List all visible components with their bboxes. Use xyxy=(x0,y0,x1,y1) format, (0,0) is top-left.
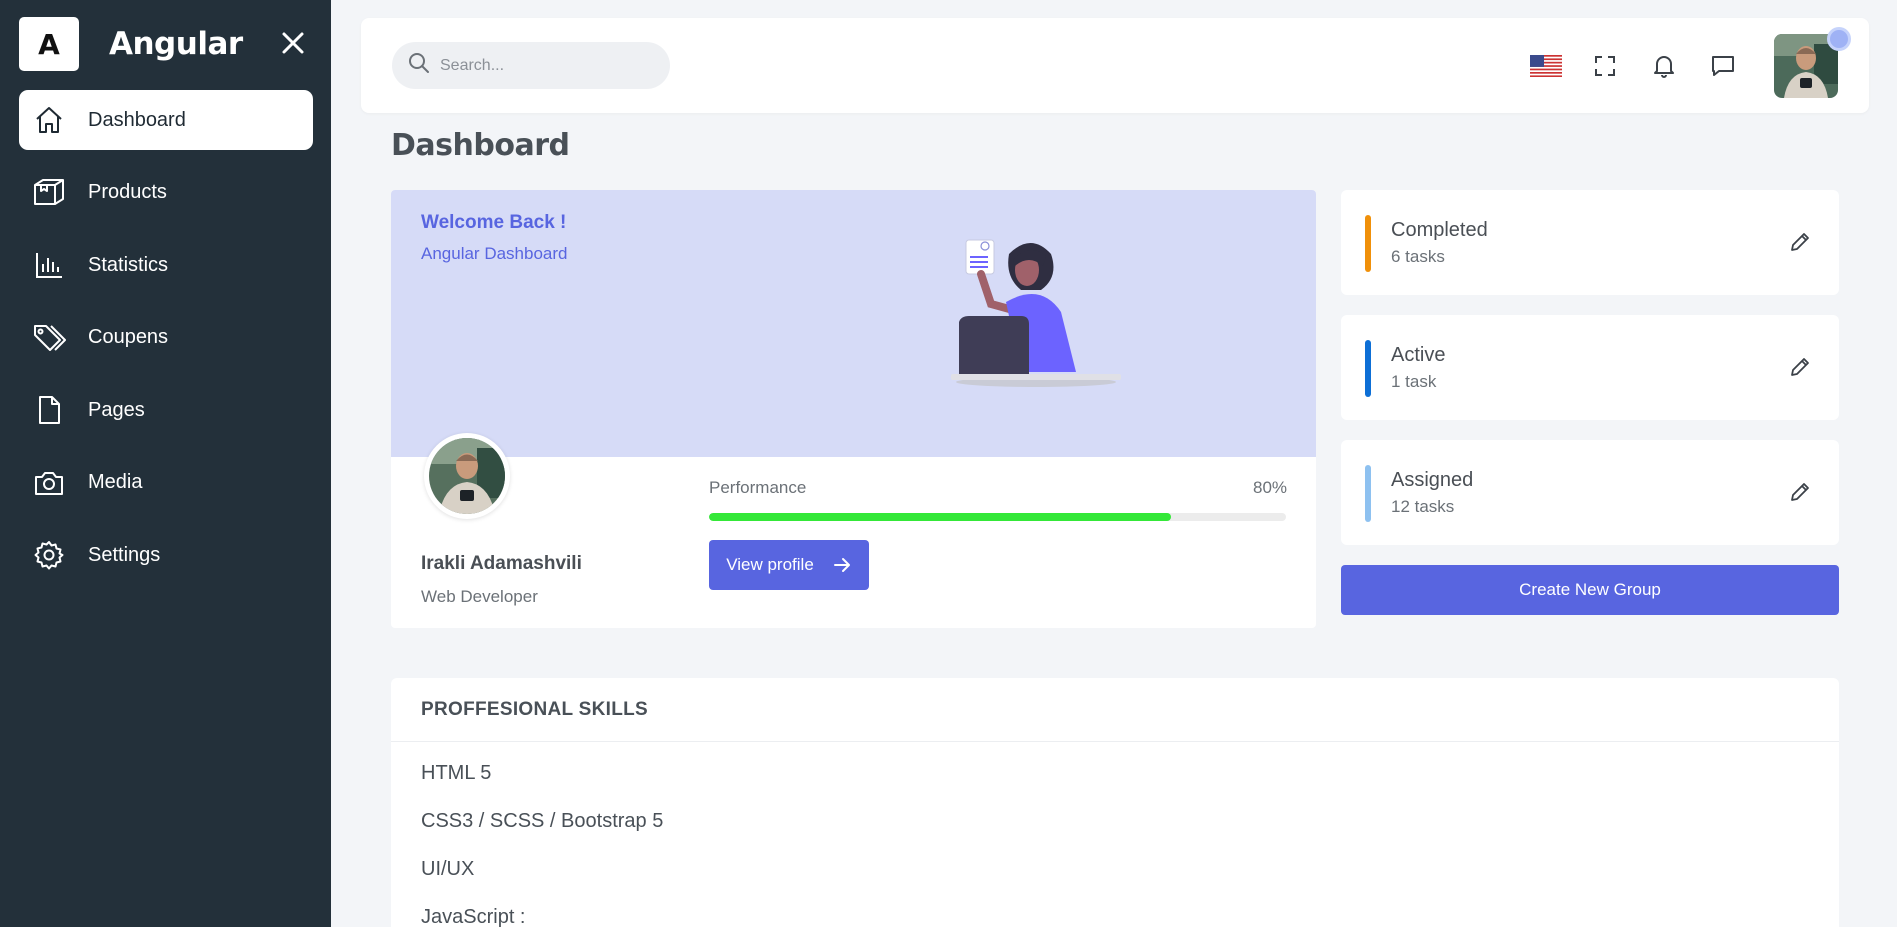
view-profile-label: View profile xyxy=(726,555,814,574)
task-card-active: Active 1 task xyxy=(1341,315,1839,420)
task-title: Active xyxy=(1391,344,1446,366)
task-card-completed: Completed 6 tasks xyxy=(1341,190,1839,295)
search-box[interactable] xyxy=(392,42,670,89)
sidebar-item-media[interactable]: Media xyxy=(19,453,313,513)
sidebar-item-label: Statistics xyxy=(88,253,169,276)
sidebar-item-coupens[interactable]: Coupens xyxy=(19,308,313,368)
performance-progress-fill xyxy=(709,513,1171,521)
sidebar-item-label: Coupens xyxy=(88,326,169,348)
welcome-title: Welcome Back ! xyxy=(421,212,567,233)
pencil-icon[interactable] xyxy=(1786,228,1814,256)
pencil-icon[interactable] xyxy=(1786,353,1814,381)
bar-chart-icon xyxy=(32,248,66,282)
search-icon xyxy=(408,52,430,79)
sidebar-item-label: Products xyxy=(88,181,167,203)
bell-icon[interactable] xyxy=(1648,50,1680,82)
view-profile-button[interactable]: View profile xyxy=(709,540,869,590)
page-title: Dashboard xyxy=(391,128,570,163)
task-count: 1 task xyxy=(1391,372,1437,391)
profile-role: Web Developer xyxy=(421,587,538,606)
skill-item: UI/UX xyxy=(421,858,475,880)
top-header xyxy=(361,18,1869,113)
pencil-icon[interactable] xyxy=(1786,478,1814,506)
task-color-bar xyxy=(1365,340,1371,397)
chat-icon[interactable] xyxy=(1707,50,1739,82)
sidebar-item-settings[interactable]: Settings xyxy=(19,525,313,585)
camera-icon xyxy=(32,466,66,500)
arrow-right-icon xyxy=(832,555,852,575)
task-card-assigned: Assigned 12 tasks xyxy=(1341,440,1839,545)
gear-icon xyxy=(32,538,66,572)
sidebar-nav: Dashboard Products Statistics Coupens Pa… xyxy=(19,90,313,598)
woman-laptop-illustration xyxy=(951,232,1131,412)
brand-name: Angular xyxy=(109,26,243,62)
skills-card: PROFFESIONAL SKILLS HTML 5 CSS3 / SCSS /… xyxy=(391,678,1839,927)
performance-value: 80% xyxy=(1253,478,1288,497)
sidebar-item-label: Settings xyxy=(88,543,161,566)
welcome-subtitle: Angular Dashboard xyxy=(421,244,568,263)
task-title: Completed xyxy=(1391,219,1488,241)
sidebar-item-label: Dashboard xyxy=(88,108,186,131)
performance-label: Performance xyxy=(709,478,807,497)
close-sidebar-icon[interactable] xyxy=(280,30,306,56)
profile-name: Irakli Adamashvili xyxy=(421,553,582,574)
task-count: 12 tasks xyxy=(1391,497,1455,516)
task-color-bar xyxy=(1365,465,1371,522)
performance-progress-bar xyxy=(709,513,1286,521)
task-count: 6 tasks xyxy=(1391,247,1445,266)
box-icon xyxy=(32,176,66,210)
brand-logo[interactable]: A xyxy=(19,17,79,71)
welcome-banner: Welcome Back ! Angular Dashboard xyxy=(391,190,1316,457)
brand: A Angular xyxy=(19,17,243,71)
create-new-group-button[interactable]: Create New Group xyxy=(1341,565,1839,615)
sidebar-item-label: Media xyxy=(88,471,143,493)
sidebar-item-pages[interactable]: Pages xyxy=(19,380,313,440)
sidebar-item-label: Pages xyxy=(88,398,145,421)
file-icon xyxy=(32,393,66,427)
search-input[interactable] xyxy=(440,56,640,75)
sidebar-item-statistics[interactable]: Statistics xyxy=(19,235,313,295)
task-color-bar xyxy=(1365,215,1371,272)
profile-avatar[interactable] xyxy=(424,433,510,519)
skill-item: CSS3 / SCSS / Bootstrap 5 xyxy=(421,810,664,832)
skills-title: PROFFESIONAL SKILLS xyxy=(391,678,1839,742)
online-status-dot xyxy=(1827,27,1851,51)
sidebar-item-dashboard[interactable]: Dashboard xyxy=(19,90,313,150)
skill-item: JavaScript : xyxy=(421,906,526,927)
sidebar: A Angular Dashboard Products Statistics xyxy=(0,0,331,927)
sidebar-item-products[interactable]: Products xyxy=(19,163,313,223)
us-flag-icon[interactable] xyxy=(1530,50,1562,82)
task-title: Assigned xyxy=(1391,469,1474,491)
tags-icon xyxy=(32,321,66,355)
home-icon xyxy=(32,103,66,137)
welcome-card: Welcome Back ! Angular Dashboard Irakli … xyxy=(391,190,1316,628)
fullscreen-icon[interactable] xyxy=(1589,50,1621,82)
skill-item: HTML 5 xyxy=(421,762,492,784)
